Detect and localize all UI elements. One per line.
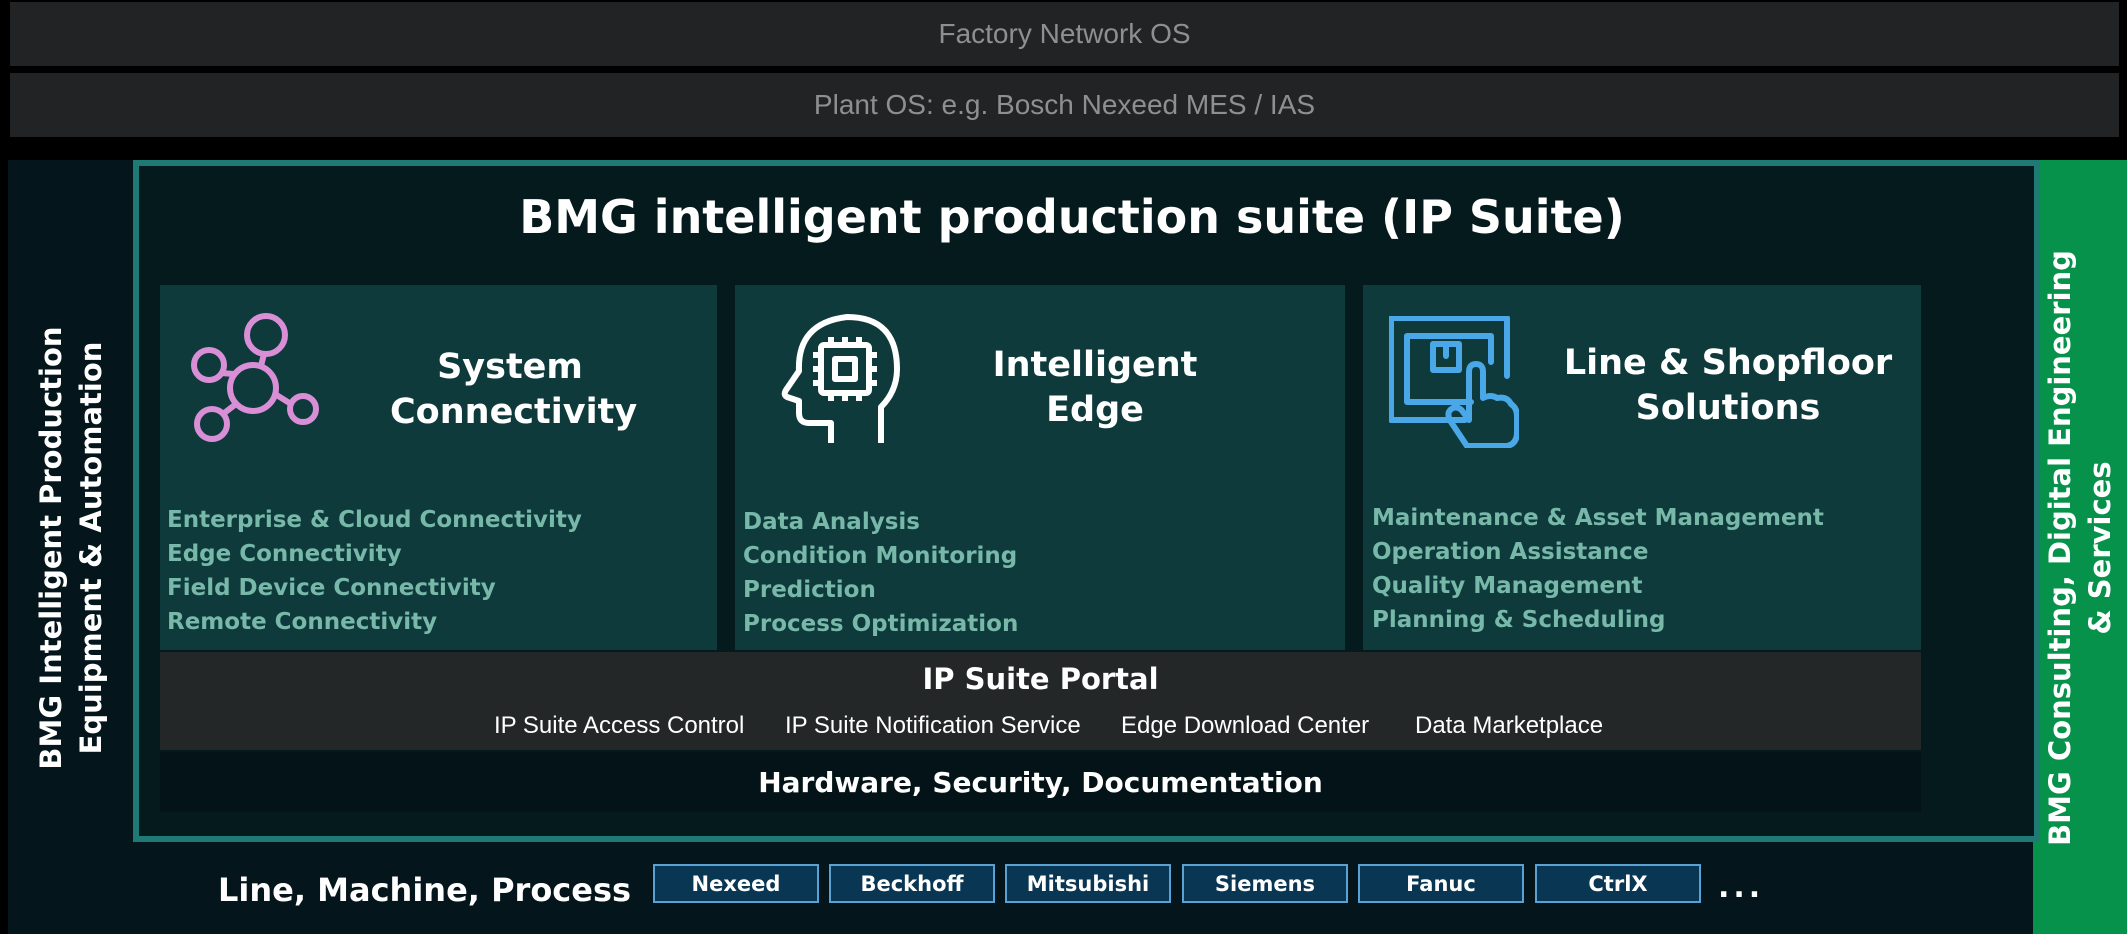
vendor-mitsubishi: Mitsubishi bbox=[1005, 864, 1171, 903]
consulting-services-line2: & Services bbox=[2083, 461, 2117, 635]
equipment-automation-line2: Equipment & Automation bbox=[74, 341, 108, 755]
list-item: Remote Connectivity bbox=[167, 609, 438, 635]
list-item: Data Analysis bbox=[743, 509, 920, 535]
factory-network-os-bar: Factory Network OS bbox=[10, 2, 2119, 66]
hardware-label: Hardware, Security, Documentation bbox=[758, 765, 1323, 799]
factory-network-os-label: Factory Network OS bbox=[938, 18, 1191, 49]
system-connectivity-list: Enterprise & Cloud Connectivity Edge Con… bbox=[167, 503, 582, 639]
equipment-automation-label: BMG Intelligent Production Equipment & A… bbox=[31, 326, 111, 769]
ip-suite-portal: IP Suite Portal IP Suite Access Control … bbox=[160, 652, 1921, 750]
list-item: Planning & Scheduling bbox=[1372, 607, 1666, 633]
list-item: Process Optimization bbox=[743, 611, 1019, 637]
portal-title: IP Suite Portal bbox=[922, 662, 1159, 696]
list-item: Field Device Connectivity bbox=[167, 575, 496, 601]
hardware-security-documentation: Hardware, Security, Documentation bbox=[160, 752, 1921, 812]
intelligent-edge-title: Intelligent Edge bbox=[992, 345, 1198, 430]
intelligent-edge-list: Data Analysis Condition Monitoring Predi… bbox=[743, 505, 1018, 641]
module-intelligent-edge: Intelligent Edge Data Analysis Condition… bbox=[735, 285, 1345, 650]
system-connectivity-title: System Connectivity bbox=[390, 347, 638, 432]
list-item: Quality Management bbox=[1372, 573, 1643, 599]
consulting-services-label: BMG Consulting, Digital Engineering & Se… bbox=[2040, 250, 2120, 846]
line-shopfloor-title: Line & Shopfloor Solutions bbox=[1563, 343, 1893, 428]
vendor-siemens: Siemens bbox=[1182, 864, 1348, 903]
module-system-connectivity: System Connectivity Enterprise & Cloud C… bbox=[160, 285, 717, 650]
touch-screen-icon bbox=[1389, 316, 1519, 448]
list-item: Maintenance & Asset Management bbox=[1372, 505, 1824, 531]
line-machine-process-label: Line, Machine, Process bbox=[218, 871, 632, 909]
network-hub-icon bbox=[191, 313, 319, 442]
head-chip-icon bbox=[781, 314, 900, 443]
list-item: Operation Assistance bbox=[1372, 539, 1649, 565]
module-line-shopfloor: Line & Shopfloor Solutions Maintenance &… bbox=[1363, 285, 1921, 650]
list-item: Condition Monitoring bbox=[743, 543, 1018, 569]
plant-os-label: Plant OS: e.g. Bosch Nexeed MES / IAS bbox=[813, 89, 1316, 120]
portal-edge-download-center: Edge Download Center bbox=[1121, 712, 1370, 739]
vendor-beckhoff: Beckhoff bbox=[829, 864, 995, 903]
line-shopfloor-list: Maintenance & Asset Management Operation… bbox=[1372, 501, 1824, 637]
ip-suite-title: BMG intelligent production suite (IP Sui… bbox=[519, 190, 1625, 244]
list-item: Prediction bbox=[743, 577, 876, 603]
vendor-more-ellipsis: ... bbox=[1718, 870, 1765, 905]
consulting-services-line1: BMG Consulting, Digital Engineering bbox=[2043, 250, 2077, 846]
vendor-ctrlx: CtrlX bbox=[1535, 864, 1701, 903]
vendor-fanuc: Fanuc bbox=[1358, 864, 1524, 903]
equipment-automation-line1: BMG Intelligent Production bbox=[34, 326, 68, 770]
portal-notification-service: IP Suite Notification Service bbox=[785, 712, 1081, 739]
vendor-nexeed: Nexeed bbox=[653, 864, 819, 903]
list-item: Edge Connectivity bbox=[167, 541, 402, 567]
list-item: Enterprise & Cloud Connectivity bbox=[167, 507, 582, 533]
portal-data-marketplace: Data Marketplace bbox=[1415, 712, 1604, 739]
plant-os-bar: Plant OS: e.g. Bosch Nexeed MES / IAS bbox=[10, 73, 2119, 137]
portal-access-control: IP Suite Access Control bbox=[494, 712, 745, 739]
